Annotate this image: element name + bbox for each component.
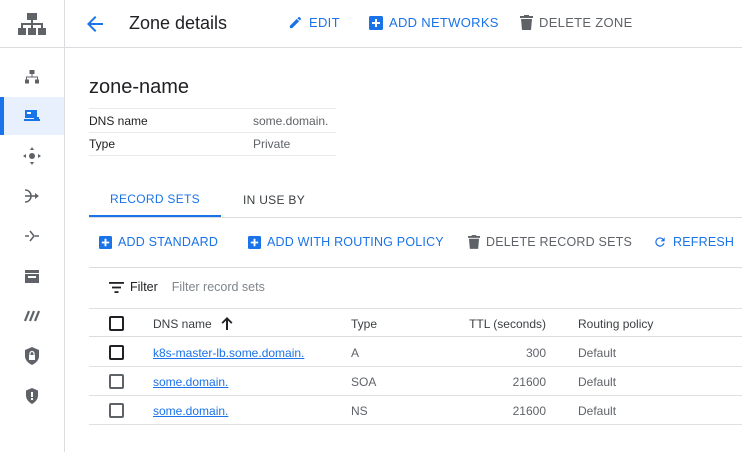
toolbar-divider	[89, 267, 742, 268]
network-services-logo[interactable]	[0, 0, 64, 48]
add-standard-label: ADD STANDARD	[118, 235, 219, 249]
column-label: DNS name	[153, 316, 212, 331]
delete-record-sets-label: DELETE RECORD SETS	[486, 235, 632, 249]
ttl-cell: 300	[525, 345, 546, 360]
page-title: Zone details	[129, 13, 228, 33]
add-with-routing-policy-button[interactable]: ADD WITH ROUTING POLICY	[248, 235, 444, 249]
row-checkbox[interactable]	[109, 345, 124, 360]
filter-input[interactable]: Filter record sets	[172, 280, 265, 294]
refresh-icon	[655, 237, 665, 247]
filter-bar[interactable]: Filter Filter record sets	[109, 280, 265, 294]
tab-record-sets[interactable]: RECORD SETS	[89, 182, 221, 217]
routing-policy-cell: Default	[578, 374, 617, 389]
edit-label: EDIT	[309, 15, 340, 30]
nav-item-traffic-director[interactable]	[0, 217, 64, 255]
network-topology-icon	[25, 70, 39, 84]
nav-item-private-service[interactable]	[0, 337, 64, 375]
table-row[interactable]: k8s-master-lb.some.domain. A 300 Default	[89, 338, 742, 367]
detail-value: Private	[253, 137, 291, 151]
routing-policy-cell: Default	[578, 345, 617, 360]
detail-value: some.domain.	[253, 113, 329, 128]
detail-key: Type	[89, 137, 116, 151]
cloud-nat-icon	[24, 189, 39, 203]
trash-icon	[520, 15, 533, 30]
type-cell: SOA	[351, 374, 377, 389]
nav-item-cloud-nat[interactable]	[0, 177, 64, 215]
page-header: Zone details EDIT ADD NETWORKS DELETE ZO…	[65, 0, 742, 48]
nav-item-service-directory[interactable]	[0, 297, 64, 335]
add-box-icon	[369, 15, 383, 30]
tab-in-use-by[interactable]: IN USE BY	[229, 182, 319, 217]
delete-zone-button[interactable]: DELETE ZONE	[520, 15, 633, 30]
refresh-button[interactable]: REFRESH	[653, 235, 734, 249]
row-checkbox-cell[interactable]	[109, 338, 124, 367]
nav-item-cloud-dns[interactable]	[0, 97, 64, 135]
nav-item-load-balancing[interactable]	[0, 137, 64, 175]
cdn-icon	[25, 270, 39, 283]
refresh-label: REFRESH	[673, 235, 735, 249]
row-checkbox-cell[interactable]	[109, 367, 124, 396]
ttl-cell: 21600	[512, 374, 546, 389]
arrow-back-icon	[87, 16, 103, 32]
row-checkbox[interactable]	[109, 403, 124, 418]
column-header-routing-policy[interactable]: Routing policy	[578, 309, 653, 338]
type-cell: A	[351, 345, 360, 360]
service-directory-icon	[24, 310, 40, 322]
filter-label: Filter	[130, 280, 158, 294]
traffic-director-icon	[25, 230, 39, 242]
detail-row-type: Type Private	[89, 132, 336, 156]
dns-name-link[interactable]: k8s-master-lb.some.domain.	[153, 346, 304, 360]
nav-item-network-topology[interactable]	[0, 58, 64, 96]
network-services-icon	[18, 12, 46, 35]
edit-button[interactable]: EDIT	[288, 15, 340, 30]
delete-record-sets-button[interactable]: DELETE RECORD SETS	[468, 235, 632, 249]
delete-zone-label: DELETE ZONE	[539, 15, 633, 30]
nav-item-cdn[interactable]	[0, 257, 64, 295]
table-header-row: DNS name Type TTL (seconds) Routing poli…	[89, 308, 742, 337]
security-shield-icon	[26, 388, 38, 404]
ttl-cell: 21600	[512, 403, 546, 418]
table-row[interactable]: some.domain. SOA 21600 Default	[89, 367, 742, 396]
trash-icon	[468, 235, 480, 249]
detail-key: DNS name	[89, 113, 148, 128]
cloud-dns-icon	[24, 110, 40, 121]
nav-item-security[interactable]	[0, 377, 64, 415]
filter-icon	[109, 281, 124, 293]
add-standard-button[interactable]: ADD STANDARD	[99, 235, 218, 249]
row-checkbox[interactable]	[109, 374, 124, 389]
select-all-checkbox[interactable]	[109, 316, 124, 331]
column-header-type[interactable]: Type	[351, 309, 377, 338]
type-cell: NS	[351, 403, 368, 418]
private-service-lock-icon	[25, 347, 39, 365]
zone-name-heading: zone-name	[89, 76, 190, 98]
add-networks-button[interactable]: ADD NETWORKS	[369, 15, 499, 30]
add-with-routing-policy-label: ADD WITH ROUTING POLICY	[267, 235, 444, 249]
add-networks-label: ADD NETWORKS	[389, 15, 499, 30]
dns-name-link[interactable]: some.domain.	[153, 404, 228, 418]
load-balancing-icon	[23, 147, 41, 165]
dns-name-link[interactable]: some.domain.	[153, 375, 228, 389]
pencil-icon	[289, 16, 302, 29]
select-all-checkbox-cell[interactable]	[109, 309, 124, 338]
row-checkbox-cell[interactable]	[109, 396, 124, 425]
routing-policy-cell: Default	[578, 403, 617, 418]
add-box-icon	[248, 235, 261, 249]
sort-ascending-icon	[221, 317, 233, 330]
left-nav-rail	[0, 0, 65, 452]
column-header-dns-name[interactable]: DNS name	[153, 309, 233, 338]
back-button[interactable]	[83, 12, 107, 36]
column-header-ttl[interactable]: TTL (seconds)	[446, 309, 546, 338]
add-box-icon	[99, 235, 112, 249]
detail-row-dns-name: DNS name some.domain.	[89, 108, 336, 132]
tab-divider	[89, 217, 742, 218]
table-row[interactable]: some.domain. NS 21600 Default	[89, 396, 742, 425]
